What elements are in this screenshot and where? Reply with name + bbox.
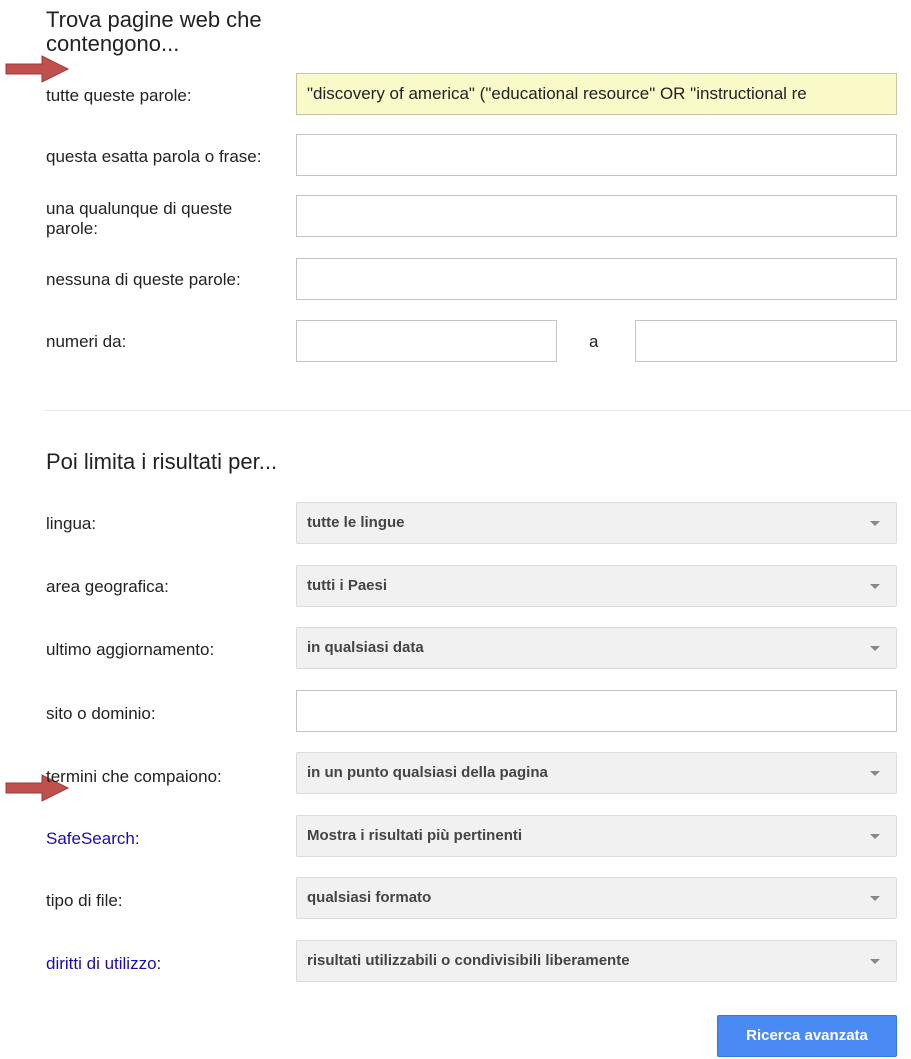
chevron-down-icon: [870, 896, 880, 901]
usage-rights-colon: :: [156, 954, 162, 973]
language-select[interactable]: tutte le lingue: [296, 502, 897, 544]
terms-select-value: in un punto qualsiasi della pagina: [307, 764, 548, 781]
exact-phrase-label: questa esatta parola o frase:: [46, 147, 262, 166]
terms-select[interactable]: in un punto qualsiasi della pagina: [296, 752, 897, 794]
language-label: lingua:: [46, 514, 97, 533]
chevron-down-icon: [870, 646, 880, 651]
exact-phrase-input[interactable]: [296, 134, 897, 176]
advanced-search-button[interactable]: Ricerca avanzata: [717, 1015, 897, 1057]
filetype-select[interactable]: qualsiasi formato: [296, 877, 897, 919]
usage-rights-select[interactable]: risultati utilizzabili o condivisibili l…: [296, 940, 897, 982]
numbers-to-input[interactable]: [635, 320, 897, 362]
region-select[interactable]: tutti i Paesi: [296, 565, 897, 607]
filetype-select-value: qualsiasi formato: [307, 889, 432, 906]
region-label: area geografica:: [46, 577, 169, 596]
chevron-down-icon: [870, 771, 880, 776]
language-select-value: tutte le lingue: [307, 514, 405, 531]
usage-rights-label-row: diritti di utilizzo:: [46, 954, 161, 974]
chevron-down-icon: [870, 959, 880, 964]
usage-rights-select-value: risultati utilizzabili o condivisibili l…: [307, 952, 630, 969]
none-words-input[interactable]: [296, 258, 897, 300]
find-section-title: Trova pagine web che contengono...: [46, 7, 262, 56]
narrow-section-title: Poi limita i risultati per...: [46, 449, 278, 474]
safesearch-colon: :: [134, 829, 140, 848]
safesearch-link[interactable]: SafeSearch: [46, 829, 135, 848]
chevron-down-icon: [870, 834, 880, 839]
site-label: sito o dominio:: [46, 704, 156, 723]
safesearch-select[interactable]: Mostra i risultati più pertinenti: [296, 815, 897, 857]
region-select-value: tutti i Paesi: [307, 577, 388, 594]
none-words-label: nessuna di queste parole:: [46, 270, 241, 289]
filetype-label: tipo di file:: [46, 891, 123, 910]
safesearch-select-value: Mostra i risultati più pertinenti: [307, 827, 523, 844]
numbers-from-input[interactable]: [296, 320, 557, 362]
usage-rights-link[interactable]: diritti di utilizzo: [46, 954, 157, 973]
any-words-label: una qualunque di queste parole:: [46, 199, 233, 238]
last-update-select-value: in qualsiasi data: [307, 639, 424, 656]
last-update-select[interactable]: in qualsiasi data: [296, 627, 897, 669]
right-arrow-icon: [5, 55, 70, 83]
any-words-input[interactable]: [296, 195, 897, 237]
section-divider: [44, 410, 911, 411]
last-update-label: ultimo aggiornamento:: [46, 640, 215, 659]
all-words-label: tutte queste parole:: [46, 86, 192, 105]
all-words-input[interactable]: "discovery of america" ("educational res…: [296, 73, 897, 115]
numbers-from-label: numeri da:: [46, 332, 127, 351]
site-input[interactable]: [296, 690, 897, 732]
safesearch-label-row: SafeSearch:: [46, 829, 140, 849]
chevron-down-icon: [870, 521, 880, 526]
chevron-down-icon: [870, 584, 880, 589]
terms-label: termini che compaiono:: [46, 767, 222, 786]
numbers-to-label: a: [589, 332, 599, 351]
